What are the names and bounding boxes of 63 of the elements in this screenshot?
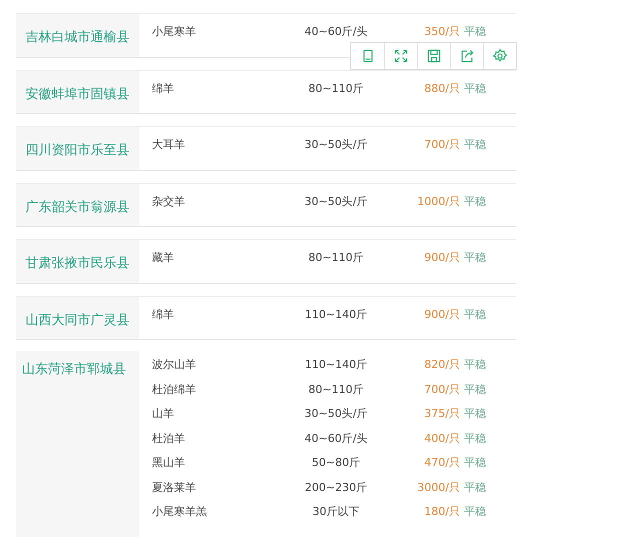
price: 400/只 [424, 430, 460, 446]
breed-name: 绵羊 [152, 80, 174, 96]
share-icon [459, 48, 475, 64]
price: 900/只 [424, 306, 460, 322]
price-trend: 平稳 [464, 382, 486, 396]
price-trend: 平稳 [464, 24, 486, 39]
weight-spec: 30~50头/斤 [304, 406, 368, 421]
weight-spec: 200~230斤 [304, 480, 368, 494]
breed-name: 杂交羊 [152, 194, 185, 208]
price: 820/只 [424, 357, 460, 372]
location-name: 山西大同市广灵县 [26, 312, 130, 328]
price-trend: 平稳 [464, 137, 486, 152]
weight-spec: 50~80斤 [312, 455, 360, 470]
weight-spec: 80~110斤 [308, 382, 364, 396]
weight-spec: 80~110斤 [308, 250, 364, 265]
breed-name: 小尾寒羊 [152, 24, 196, 39]
price: 470/只 [424, 455, 460, 470]
weight-spec: 30斤以下 [312, 504, 360, 519]
weight-spec: 40~60斤/头 [304, 430, 368, 446]
breed-name: 杜泊羊 [152, 430, 185, 446]
price-trend: 平稳 [464, 504, 486, 519]
price: 880/只 [424, 80, 460, 96]
location-name: 广东韶关市翁源县 [26, 198, 130, 216]
location-name: 吉林白城市通榆县 [26, 29, 130, 46]
price-trend: 平稳 [464, 406, 486, 421]
price-trend: 平稳 [464, 80, 486, 96]
price-trend: 平稳 [464, 357, 486, 372]
weight-spec: 110~140斤 [304, 357, 368, 372]
save-icon [426, 48, 442, 64]
weight-spec: 80~110斤 [308, 80, 364, 96]
breed-name: 波尔山羊 [152, 357, 196, 372]
breed-name: 藏羊 [152, 250, 174, 265]
breed-name: 大耳羊 [152, 137, 185, 152]
breed-name: 夏洛莱羊 [152, 480, 196, 494]
price-trend: 平稳 [464, 480, 486, 494]
location-name: 山东菏泽市郓城县 [22, 361, 126, 378]
price: 900/只 [424, 250, 460, 265]
price: 700/只 [424, 382, 460, 396]
breed-name: 山羊 [152, 406, 174, 421]
weight-spec: 110~140斤 [304, 306, 368, 322]
price-trend: 平稳 [464, 430, 486, 446]
price: 1000/只 [417, 194, 460, 208]
price: 350/只 [424, 24, 460, 39]
breed-name: 杜泊绵羊 [152, 382, 196, 396]
weight-spec: 30~50头/斤 [304, 194, 368, 208]
price: 180/只 [424, 504, 460, 519]
price-trend: 平稳 [464, 194, 486, 208]
price-trend: 平稳 [464, 250, 486, 265]
price-trend: 平稳 [464, 455, 486, 470]
breed-name: 黑山羊 [152, 455, 185, 470]
settings-icon [492, 48, 508, 64]
price: 375/只 [424, 406, 460, 421]
location-name: 四川资阳市乐至县 [26, 142, 130, 159]
weight-spec: 40~60斤/头 [304, 24, 368, 39]
price: 3000/只 [417, 480, 460, 494]
location-name: 安徽蚌埠市固镇县 [26, 86, 130, 102]
breed-name: 小尾寒羊羔 [152, 504, 207, 519]
weight-spec: 30~50头/斤 [304, 137, 368, 152]
price-trend: 平稳 [464, 306, 486, 322]
expand-icon [393, 48, 409, 64]
breed-name: 绵羊 [152, 306, 174, 322]
price: 700/只 [424, 137, 460, 152]
location-name: 甘肃张掖市民乐县 [26, 255, 130, 272]
